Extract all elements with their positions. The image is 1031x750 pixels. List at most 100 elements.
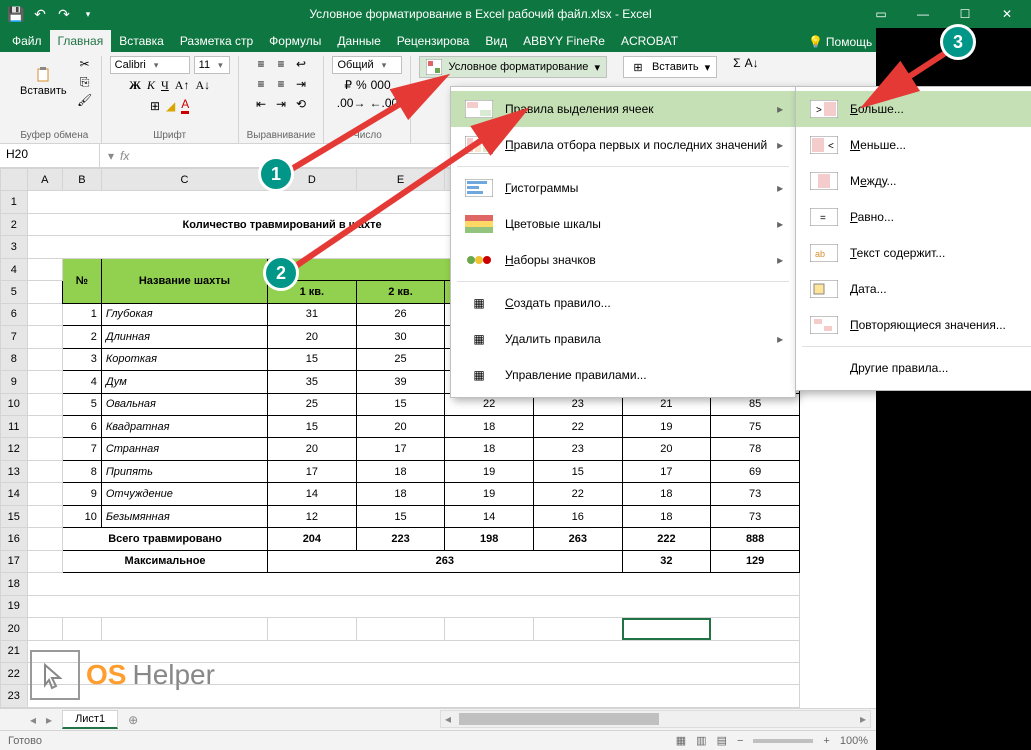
align-center-icon[interactable]: ≡ bbox=[273, 76, 289, 92]
menu-highlight-cells[interactable]: Правила выделения ячеек▸ bbox=[451, 91, 795, 127]
new-rule-icon: ▦ bbox=[463, 293, 495, 313]
tab-file[interactable]: Файл bbox=[4, 30, 50, 52]
tab-layout[interactable]: Разметка стр bbox=[172, 30, 261, 52]
tab-home[interactable]: Главная bbox=[50, 30, 112, 52]
minimize-button[interactable]: — bbox=[903, 2, 943, 26]
increase-font-icon[interactable]: A↑ bbox=[175, 78, 190, 93]
tab-data[interactable]: Данные bbox=[329, 30, 388, 52]
underline-button[interactable]: Ч bbox=[161, 78, 169, 93]
svg-text:>: > bbox=[816, 105, 822, 116]
lt-icon: < bbox=[808, 135, 840, 155]
redo-button[interactable]: ↷ bbox=[54, 4, 74, 24]
zoom-level[interactable]: 100% bbox=[840, 735, 868, 747]
number-format-combo[interactable]: Общий bbox=[332, 56, 402, 74]
tab-formulas[interactable]: Формулы bbox=[261, 30, 329, 52]
conditional-formatting-button[interactable]: Условное форматирование▾ bbox=[419, 56, 606, 78]
paste-button[interactable]: Вставить bbox=[16, 63, 71, 101]
add-sheet-button[interactable]: ⊕ bbox=[120, 711, 146, 729]
tab-acrobat[interactable]: ACROBAT bbox=[613, 30, 686, 52]
undo-button[interactable]: ↶ bbox=[30, 4, 50, 24]
zoom-slider[interactable] bbox=[753, 739, 813, 743]
font-color-icon[interactable]: A bbox=[181, 97, 189, 114]
sort-filter-icon[interactable]: A↓ bbox=[745, 56, 759, 70]
menu-icon-sets[interactable]: Наборы значков▸ bbox=[451, 242, 795, 278]
name-box[interactable]: H20 bbox=[0, 144, 100, 167]
col-header[interactable]: C bbox=[101, 169, 267, 191]
font-name-combo[interactable]: Calibri bbox=[110, 56, 190, 74]
dec-decimal-icon[interactable]: ←.00 bbox=[369, 96, 398, 110]
submenu-duplicate-values[interactable]: Повторяющиеся значения... bbox=[796, 307, 1031, 343]
italic-button[interactable]: К bbox=[147, 78, 155, 93]
view-page-icon[interactable]: ▥ bbox=[696, 734, 706, 747]
insert-cells-button[interactable]: ⊞ Вставить▾ bbox=[623, 56, 717, 78]
decrease-font-icon[interactable]: A↓ bbox=[195, 78, 210, 93]
tab-insert[interactable]: Вставка bbox=[111, 30, 172, 52]
align-left-icon[interactable]: ≡ bbox=[253, 76, 269, 92]
col-header[interactable]: B bbox=[63, 169, 102, 191]
horizontal-scrollbar[interactable]: ◂▸ bbox=[440, 710, 871, 728]
submenu-less-than[interactable]: < Меньше... bbox=[796, 127, 1031, 163]
zoom-out-button[interactable]: − bbox=[737, 735, 743, 747]
submenu-date-occurring[interactable]: Дата... bbox=[796, 271, 1031, 307]
format-painter-icon[interactable]: 🖌 bbox=[77, 92, 93, 108]
cut-icon[interactable]: ✂ bbox=[77, 56, 93, 72]
sheet-tab[interactable]: Лист1 bbox=[62, 710, 118, 729]
save-button[interactable]: 💾 bbox=[6, 4, 26, 24]
tab-abbyy[interactable]: ABBYY FineRe bbox=[515, 30, 613, 52]
submenu-text-contains[interactable]: ab Текст содержит... bbox=[796, 235, 1031, 271]
submenu-equal-to[interactable]: = Равно... bbox=[796, 199, 1031, 235]
fx-dropdown-icon[interactable]: ▾ bbox=[108, 149, 114, 163]
conditional-formatting-menu: Правила выделения ячеек▸ Правила отбора … bbox=[450, 86, 796, 398]
submenu-more-rules[interactable]: Другие правила... bbox=[796, 350, 1031, 386]
sheet-nav-next[interactable]: ▸ bbox=[46, 713, 52, 727]
orientation-icon[interactable]: ⟲ bbox=[293, 96, 309, 112]
sheet-nav-prev[interactable]: ◂ bbox=[30, 713, 36, 727]
annotation-3: 3 bbox=[940, 24, 976, 60]
copy-icon[interactable]: ⎘ bbox=[77, 74, 93, 90]
borders-icon[interactable]: ⊞ bbox=[150, 99, 160, 113]
clear-rules-icon: ▦ bbox=[463, 329, 495, 349]
eq-icon: = bbox=[808, 207, 840, 227]
col-header[interactable]: E bbox=[356, 169, 445, 191]
fill-color-icon[interactable]: ◢ bbox=[166, 99, 175, 113]
view-break-icon[interactable]: ▤ bbox=[717, 734, 727, 747]
zoom-in-button[interactable]: + bbox=[823, 735, 829, 747]
active-cell[interactable] bbox=[622, 618, 711, 640]
tab-review[interactable]: Рецензирова bbox=[389, 30, 478, 52]
percent-icon[interactable]: % bbox=[356, 78, 367, 92]
font-size-combo[interactable]: 11 bbox=[194, 56, 230, 74]
ribbon-options-icon[interactable]: ▭ bbox=[861, 2, 901, 26]
view-normal-icon[interactable]: ▦ bbox=[676, 734, 686, 747]
bold-button[interactable]: Ж bbox=[129, 78, 141, 93]
close-button[interactable]: ✕ bbox=[987, 2, 1027, 26]
maximize-button[interactable]: ☐ bbox=[945, 2, 985, 26]
tell-me[interactable]: 💡 Помощь bbox=[808, 35, 872, 49]
menu-manage-rules[interactable]: ▦Управление правилами... bbox=[451, 357, 795, 393]
qat-dropdown[interactable]: ▾ bbox=[78, 4, 98, 24]
indent-dec-icon[interactable]: ⇤ bbox=[253, 96, 269, 112]
menu-clear-rules[interactable]: ▦Удалить правила▸ bbox=[451, 321, 795, 357]
align-mid-icon[interactable]: ≡ bbox=[273, 56, 289, 72]
merge-icon[interactable]: ⇥ bbox=[293, 76, 309, 92]
align-top-icon[interactable]: ≡ bbox=[253, 56, 269, 72]
between-icon bbox=[808, 171, 840, 191]
menu-new-rule[interactable]: ▦Создать правило... bbox=[451, 285, 795, 321]
currency-icon[interactable]: ₽ bbox=[344, 78, 352, 92]
menu-data-bars[interactable]: Гистограммы▸ bbox=[451, 170, 795, 206]
comma-icon[interactable]: 000 bbox=[371, 78, 391, 92]
tab-view[interactable]: Вид bbox=[477, 30, 515, 52]
select-all-corner[interactable] bbox=[1, 169, 28, 191]
cond-fmt-icon bbox=[426, 59, 442, 75]
col-header[interactable]: A bbox=[27, 169, 62, 191]
fx-icon[interactable]: fx bbox=[120, 149, 129, 163]
submenu-between[interactable]: Между... bbox=[796, 163, 1031, 199]
autosum-icon[interactable]: Σ bbox=[733, 56, 740, 70]
highlight-cells-submenu: > Больше... < Меньше... Между... = Равно… bbox=[795, 86, 1031, 391]
inc-decimal-icon[interactable]: .00→ bbox=[337, 96, 366, 110]
submenu-greater-than[interactable]: > Больше... bbox=[796, 91, 1031, 127]
cursor-icon bbox=[30, 650, 80, 700]
menu-top-bottom[interactable]: Правила отбора первых и последних значен… bbox=[451, 127, 795, 163]
wrap-text-icon[interactable]: ↩ bbox=[293, 56, 309, 72]
indent-inc-icon[interactable]: ⇥ bbox=[273, 96, 289, 112]
menu-color-scales[interactable]: Цветовые шкалы▸ bbox=[451, 206, 795, 242]
